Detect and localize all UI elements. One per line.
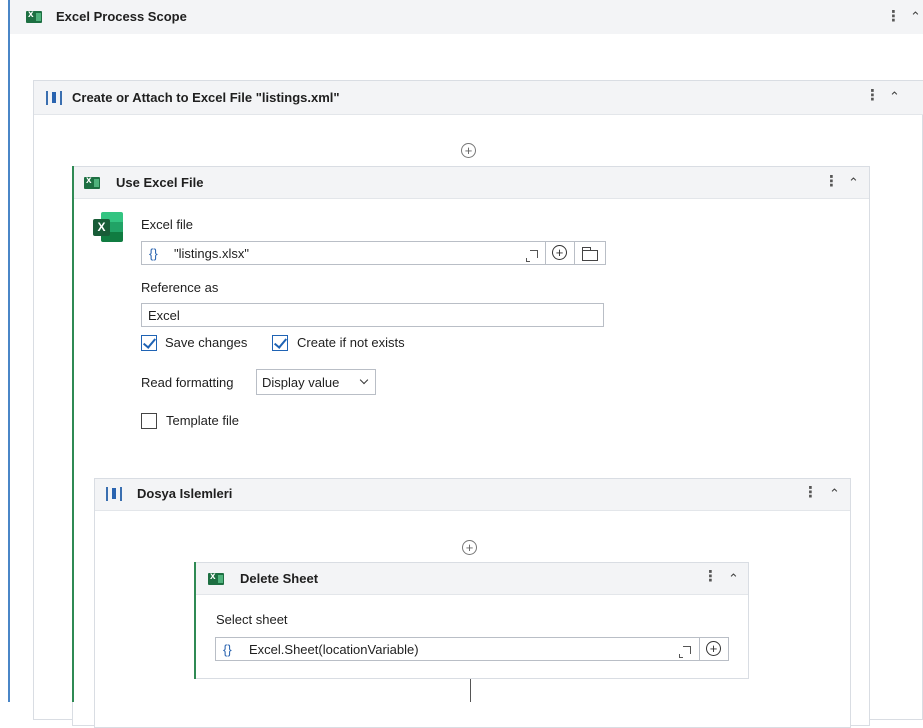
delete-sheet-header[interactable]: Delete Sheet ⋮ ⌃ xyxy=(196,563,748,595)
expand-editor-icon[interactable] xyxy=(679,646,691,658)
collapse-icon[interactable]: ⌃ xyxy=(728,572,739,585)
reference-as-label: Reference as xyxy=(141,280,219,295)
add-icon: + xyxy=(706,641,721,656)
flow-connector xyxy=(470,679,471,702)
scope-left-accent xyxy=(8,0,10,702)
excel-process-scope-title: Excel Process Scope xyxy=(56,9,187,24)
collapse-icon[interactable]: ⌃ xyxy=(910,10,921,23)
excel-file-value: "listings.xlsx" xyxy=(174,246,249,261)
collapse-icon[interactable]: ⌃ xyxy=(848,176,859,189)
select-sheet-label: Select sheet xyxy=(216,612,288,627)
chevron-down-icon xyxy=(359,375,369,385)
more-options-icon[interactable]: ⋮ xyxy=(803,485,818,500)
read-formatting-value: Display value xyxy=(262,375,340,390)
more-options-icon[interactable]: ⋮ xyxy=(703,569,718,584)
excel-icon xyxy=(26,9,42,23)
use-excel-file-title: Use Excel File xyxy=(116,175,204,190)
excel-icon xyxy=(84,175,100,189)
add-icon: + xyxy=(552,245,567,260)
excel-file-icon: X xyxy=(93,212,123,242)
select-sheet-input[interactable]: {} Excel.Sheet(locationVariable) xyxy=(215,637,700,661)
save-changes-label: Save changes xyxy=(165,335,248,350)
excel-file-input[interactable]: {} "listings.xlsx" xyxy=(141,241,546,265)
read-formatting-dropdown[interactable]: Display value xyxy=(256,369,376,395)
select-sheet-value: Excel.Sheet(locationVariable) xyxy=(249,642,419,657)
create-attach-header[interactable]: Create or Attach to Excel File "listings… xyxy=(34,81,923,115)
excel-icon xyxy=(208,571,224,585)
dosya-islemleri-title: Dosya Islemleri xyxy=(137,486,233,501)
template-file-checkbox[interactable] xyxy=(141,413,157,429)
use-excel-file-accent xyxy=(72,166,74,702)
more-options-icon[interactable]: ⋮ xyxy=(824,174,839,189)
reference-as-input[interactable]: Excel xyxy=(141,303,604,327)
add-activity-icon[interactable]: + xyxy=(462,540,477,555)
add-activity-icon[interactable]: + xyxy=(461,143,476,158)
excel-file-label: Excel file xyxy=(141,217,194,232)
read-formatting-label: Read formatting xyxy=(141,375,234,390)
excel-file-add-button[interactable]: + xyxy=(545,241,575,265)
sequence-icon xyxy=(46,91,62,105)
use-excel-file-header[interactable]: Use Excel File ⋮ ⌃ xyxy=(74,167,869,199)
create-if-not-exists-label: Create if not exists xyxy=(297,335,405,350)
reference-as-value: Excel xyxy=(148,308,180,323)
more-options-icon[interactable]: ⋮ xyxy=(865,88,880,103)
delete-sheet-title: Delete Sheet xyxy=(240,571,319,586)
sequence-icon xyxy=(106,487,122,501)
more-options-icon[interactable]: ⋮ xyxy=(886,9,901,24)
create-attach-title: Create or Attach to Excel File "listings… xyxy=(72,90,340,105)
collapse-icon[interactable]: ⌃ xyxy=(829,487,840,500)
expression-braces-icon: {} xyxy=(149,246,158,261)
dosya-islemleri-header[interactable]: Dosya Islemleri ⋮ ⌃ xyxy=(95,479,850,511)
excel-process-scope-header[interactable]: Excel Process Scope ⋮ ⌃ xyxy=(10,0,923,34)
template-file-label: Template file xyxy=(166,413,239,428)
collapse-icon[interactable]: ⌃ xyxy=(889,90,900,103)
save-changes-checkbox[interactable] xyxy=(141,335,157,351)
expand-editor-icon[interactable] xyxy=(526,250,538,262)
browse-file-button[interactable] xyxy=(574,241,606,265)
expression-braces-icon: {} xyxy=(223,642,232,657)
folder-icon xyxy=(582,247,598,261)
select-sheet-add-button[interactable]: + xyxy=(699,637,729,661)
create-if-not-exists-checkbox[interactable] xyxy=(272,335,288,351)
